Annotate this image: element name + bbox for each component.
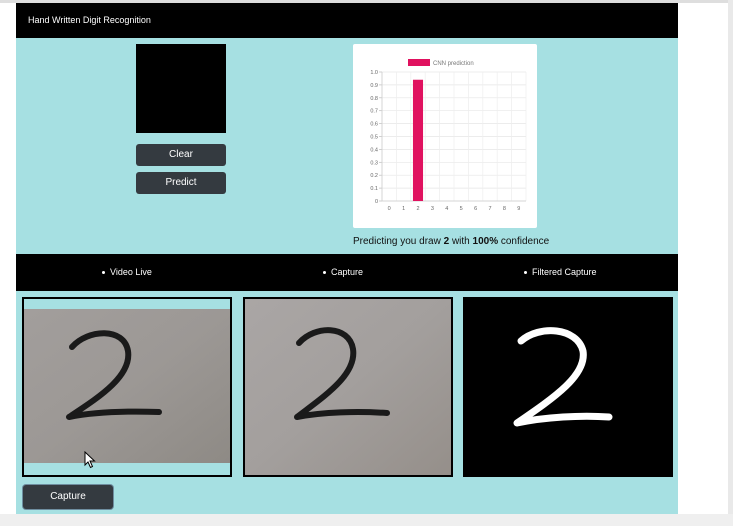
capture-image: [245, 299, 451, 475]
video-live-frame: [22, 297, 232, 477]
x-tick-label: 3: [431, 206, 434, 212]
prediction-prefix: Predicting you draw: [353, 236, 444, 247]
y-tick-label: 0.3: [370, 160, 378, 166]
camera-panel: Capture: [16, 291, 678, 514]
y-tick-label: 0.2: [370, 173, 378, 179]
drawing-canvas[interactable]: [136, 44, 226, 133]
y-tick-label: 0.6: [370, 122, 378, 128]
nav-video-live-label: Video Live: [110, 267, 152, 277]
x-tick-label: 2: [416, 206, 419, 212]
x-tick-label: 7: [488, 206, 491, 212]
filtered-capture-frame: [463, 297, 673, 477]
mouse-cursor-icon: [84, 451, 96, 469]
y-tick-label: 0: [375, 199, 378, 205]
filtered-capture-image: [465, 299, 671, 475]
y-tick-label: 0.7: [370, 109, 378, 115]
app-header: Hand Written Digit Recognition: [16, 3, 678, 38]
nav-filtered-capture-label: Filtered Capture: [532, 267, 597, 277]
window-bottom-edge: [0, 514, 733, 526]
legend-label: CNN prediction: [433, 61, 474, 67]
app-title: Hand Written Digit Recognition: [28, 15, 151, 25]
x-tick-label: 0: [388, 206, 391, 212]
nav-capture-label: Capture: [331, 267, 364, 277]
prediction-text: Predicting you draw 2 with 100% confiden…: [353, 236, 549, 247]
y-tick-label: 0.9: [370, 83, 378, 89]
bullet-icon: [102, 271, 105, 275]
y-tick-label: 0.1: [370, 186, 378, 192]
capture-button[interactable]: Capture: [23, 485, 113, 509]
prediction-confidence: 100%: [472, 236, 499, 247]
y-tick-label: 0.4: [370, 147, 378, 153]
y-tick-label: 0.8: [370, 96, 378, 102]
bullet-icon: [524, 271, 527, 275]
x-tick-label: 6: [474, 206, 477, 212]
clear-button[interactable]: Clear: [136, 144, 226, 166]
camera-nav: Video Live Capture Filtered Capture: [16, 254, 678, 291]
drawing-panel: Clear Predict CNN prediction 0 0.1 0.2 0.3 0.…: [16, 38, 678, 254]
prediction-chart: CNN prediction 0 0.1 0.2 0.3 0.4 0.5 0.6 0.7 0.8 0…: [353, 44, 537, 228]
nav-filtered-capture[interactable]: Filtered Capture: [524, 267, 597, 277]
y-tick-label: 1.0: [370, 70, 378, 76]
bullet-icon: [323, 271, 326, 275]
x-tick-label: 9: [517, 206, 520, 212]
y-tick-label: 0.5: [370, 135, 378, 141]
prediction-middle: with: [449, 236, 473, 247]
predict-button[interactable]: Predict: [136, 172, 226, 194]
prediction-suffix: confidence: [498, 236, 550, 247]
nav-video-live[interactable]: Video Live: [102, 267, 152, 277]
capture-frame: [243, 297, 453, 477]
bar-digit-2: [412, 79, 424, 201]
prediction-chart-svg: CNN prediction 0 0.1 0.2 0.3 0.4 0.5 0.6 0.7 0.8 0…: [370, 59, 527, 212]
nav-capture[interactable]: Capture: [323, 267, 363, 277]
x-tick-label: 8: [503, 206, 506, 212]
video-live-image: [24, 299, 230, 475]
x-tick-label: 4: [445, 206, 448, 212]
x-tick-label: 5: [460, 206, 463, 212]
legend-swatch: [408, 59, 430, 66]
x-tick-label: 1: [402, 206, 405, 212]
window-edge: [728, 0, 733, 526]
